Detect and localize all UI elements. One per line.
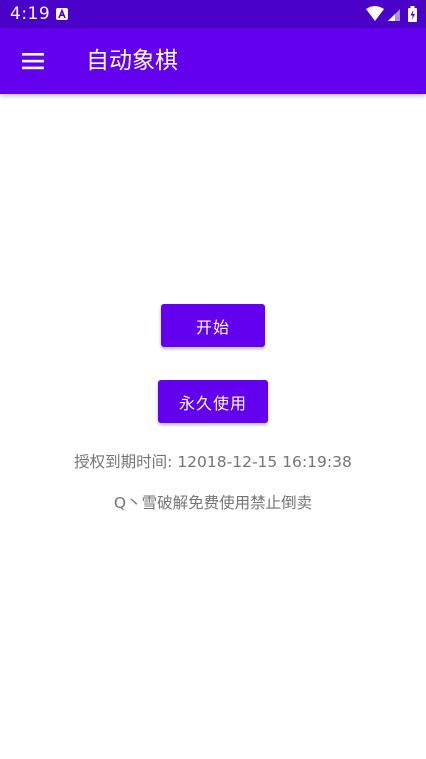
app-bar: 自动象棋 <box>0 28 426 94</box>
status-icons <box>366 6 417 22</box>
signal-icon <box>388 9 400 21</box>
status-bar: 4:19 <box>0 0 426 28</box>
license-expiry-text: 授权到期时间: 12018-12-15 16:19:38 <box>74 453 352 471</box>
start-button[interactable]: 开始 <box>161 304 265 347</box>
android-auto-icon <box>56 8 68 20</box>
app-title: 自动象棋 <box>86 48 178 74</box>
status-time: 4:19 <box>10 4 51 24</box>
hamburger-menu-icon[interactable] <box>12 40 54 82</box>
app-screen: 4:19 自动象棋 开始 永久使用 授权到期时间: 12018-12-15 16… <box>0 0 426 759</box>
forever-use-button[interactable]: 永久使用 <box>158 380 268 423</box>
wifi-icon <box>366 6 384 21</box>
battery-charging-icon <box>408 6 417 22</box>
crack-note-text: Q丶雪破解免费使用禁止倒卖 <box>113 494 313 512</box>
